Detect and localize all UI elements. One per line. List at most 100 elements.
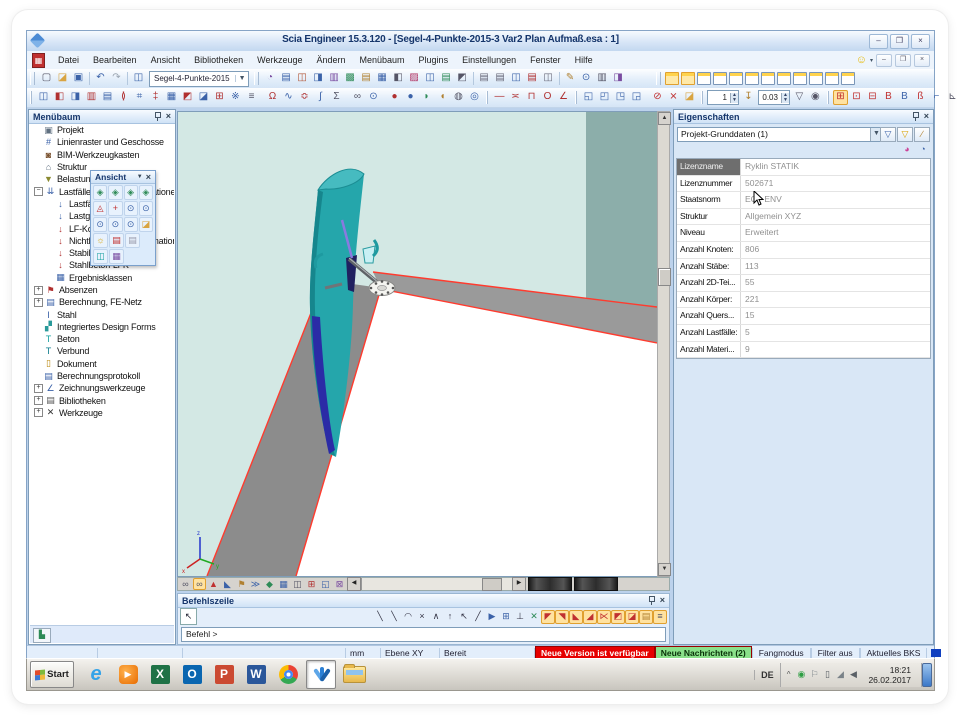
- toolbar-icon[interactable]: ≫: [249, 578, 262, 590]
- toolbar-handle[interactable]: [30, 72, 35, 85]
- scale-spinner[interactable]: 1▲▼: [707, 90, 739, 105]
- toolbar-icon[interactable]: ≍: [508, 90, 523, 105]
- toolbar-icon[interactable]: ‡: [148, 90, 163, 105]
- viewport-hscrollbar[interactable]: [361, 578, 512, 590]
- expand-toggle[interactable]: +: [34, 408, 43, 417]
- toolbar-icon[interactable]: ✎: [563, 71, 578, 86]
- toolbar-icon[interactable]: ◫: [541, 71, 556, 86]
- render-icon[interactable]: ▤: [109, 233, 124, 248]
- menu-item[interactable]: Menübaum: [353, 53, 412, 67]
- toolbar-icon[interactable]: ↑: [443, 610, 457, 624]
- toolbar-icon[interactable]: ◗: [419, 90, 434, 105]
- property-row[interactable]: Anzahl Stäbe:113: [677, 259, 930, 276]
- toolbar-icon[interactable]: ≬: [116, 90, 131, 105]
- toolbar-icon[interactable]: ◠: [401, 610, 415, 624]
- grid-snap-icon[interactable]: ⊞: [499, 610, 513, 624]
- tree-item[interactable]: ▣Projekt: [30, 124, 174, 136]
- tree-item[interactable]: ▯Dokument: [30, 358, 174, 370]
- toolbar-icon[interactable]: ▦: [164, 90, 179, 105]
- animation-control[interactable]: [574, 577, 618, 591]
- toolbar-handle[interactable]: [656, 72, 661, 85]
- tree-item[interactable]: TVerbund: [30, 345, 174, 357]
- toolbar-icon[interactable]: ◪: [196, 90, 211, 105]
- taskbar-powerpoint[interactable]: P: [210, 661, 238, 688]
- zoom-icon[interactable]: ⊙: [579, 71, 594, 86]
- tree-mode-button[interactable]: ▙: [33, 628, 51, 643]
- open-icon[interactable]: ◪: [55, 71, 70, 86]
- toolbar-icon[interactable]: B: [897, 90, 912, 105]
- 3d-viewport-scene[interactable]: z x y: [177, 111, 658, 577]
- pencil-icon[interactable]: ∕: [914, 127, 930, 142]
- toolbar-icon[interactable]: ◣: [221, 578, 234, 590]
- menu-item[interactable]: Werkzeuge: [250, 53, 309, 67]
- redo-icon[interactable]: ↷: [109, 71, 124, 86]
- tree-item[interactable]: +∠Zeichnungswerkzeuge: [30, 382, 174, 394]
- toolbar-icon[interactable]: ∫: [313, 90, 328, 105]
- toolbar-icon[interactable]: ◫: [36, 90, 51, 105]
- toolbar-handle[interactable]: [575, 91, 577, 104]
- tree-item[interactable]: +⚑Absenzen: [30, 284, 174, 296]
- expand-toggle[interactable]: +: [34, 286, 43, 295]
- clip-icon[interactable]: ◫: [93, 249, 108, 264]
- network-icon[interactable]: ◢: [834, 667, 846, 682]
- toolbar-icon[interactable]: ◫: [423, 71, 438, 86]
- tree-item[interactable]: ▞Integriertes Design Forms: [30, 321, 174, 333]
- toolbar-icon[interactable]: ◤: [541, 610, 555, 624]
- expand-toggle[interactable]: −: [34, 187, 43, 196]
- tree-item[interactable]: +▤Berechnung, FE-Netz: [30, 296, 174, 308]
- pin-icon[interactable]: [912, 112, 919, 121]
- toolbar-icon[interactable]: ◆: [263, 578, 276, 590]
- volume-icon[interactable]: ◀: [847, 667, 859, 682]
- toolbar-icon[interactable]: ⊥: [513, 610, 527, 624]
- toolbar-icon[interactable]: ◱: [319, 578, 332, 590]
- toolbar-icon[interactable]: ∿: [281, 90, 296, 105]
- window-layout-icon[interactable]: [729, 72, 743, 85]
- toolbar-icon[interactable]: Ω: [265, 90, 280, 105]
- toolbar-icon[interactable]: ⚑: [235, 578, 248, 590]
- scroll-right-button[interactable]: ▶: [512, 577, 526, 591]
- hscroll-thumb[interactable]: [482, 578, 502, 591]
- scroll-down-button[interactable]: ▼: [658, 563, 671, 576]
- toolbar-icon[interactable]: ▶: [485, 610, 499, 624]
- toolbar-icon[interactable]: ◱: [581, 90, 596, 105]
- toolbar-handle[interactable]: [254, 72, 259, 85]
- menu-item[interactable]: Fenster: [523, 53, 568, 67]
- menu-item[interactable]: Bibliotheken: [187, 53, 250, 67]
- toolbar-icon[interactable]: ◫: [509, 71, 524, 86]
- toolbar-icon[interactable]: ⌐: [929, 90, 944, 105]
- show-desktop-button[interactable]: [922, 663, 932, 687]
- toolbar-icon[interactable]: ▦: [375, 71, 390, 86]
- zoom-selection-icon[interactable]: ⊙: [124, 217, 138, 232]
- zoom-all-icon[interactable]: ⊙: [108, 217, 122, 232]
- toolbar-icon[interactable]: ◖: [435, 90, 450, 105]
- toolbar-icon[interactable]: ◥: [555, 610, 569, 624]
- toolbar-icon[interactable]: ▤: [439, 71, 454, 86]
- mdi-restore-button[interactable]: ❐: [895, 54, 911, 67]
- befehlszeile-header[interactable]: Befehlszeile ×: [178, 594, 669, 608]
- toolbar-icon[interactable]: ≡: [653, 610, 667, 624]
- toolbar-icon[interactable]: ◩: [455, 71, 470, 86]
- vscroll-thumb[interactable]: [658, 268, 671, 286]
- smiley-icon[interactable]: ☺: [856, 54, 867, 66]
- toolbar-icon[interactable]: ⨯: [666, 90, 681, 105]
- toolbar-icon[interactable]: ▤: [359, 71, 374, 86]
- property-row[interactable]: Anzahl Lastfälle:5: [677, 325, 930, 342]
- toolbar-icon[interactable]: ▥: [84, 90, 99, 105]
- language-indicator[interactable]: DE: [754, 670, 780, 680]
- toolbar-icon[interactable]: ⊓: [524, 90, 539, 105]
- window-layout-icon[interactable]: [713, 72, 727, 85]
- close-icon[interactable]: ×: [146, 173, 151, 182]
- property-row[interactable]: Anzahl 2D-Tei...55: [677, 275, 930, 292]
- property-row[interactable]: NiveauErweitert: [677, 225, 930, 242]
- toolbar-icon[interactable]: ◍: [451, 90, 466, 105]
- toolbar-handle[interactable]: [486, 91, 488, 104]
- tree-item[interactable]: ▤Berechnungsprotokoll: [30, 370, 174, 382]
- window-layout-icon[interactable]: [809, 72, 823, 85]
- property-row[interactable]: StaatsnormEC - ENV: [677, 192, 930, 209]
- taskbar-media-player[interactable]: ▶: [114, 661, 142, 688]
- flag-icon[interactable]: ⚐: [808, 667, 820, 682]
- window-layout-icon[interactable]: [761, 72, 775, 85]
- close-icon[interactable]: ×: [166, 112, 171, 121]
- toolbar-icon[interactable]: ◩: [611, 610, 625, 624]
- menu-item[interactable]: Ansicht: [144, 53, 188, 67]
